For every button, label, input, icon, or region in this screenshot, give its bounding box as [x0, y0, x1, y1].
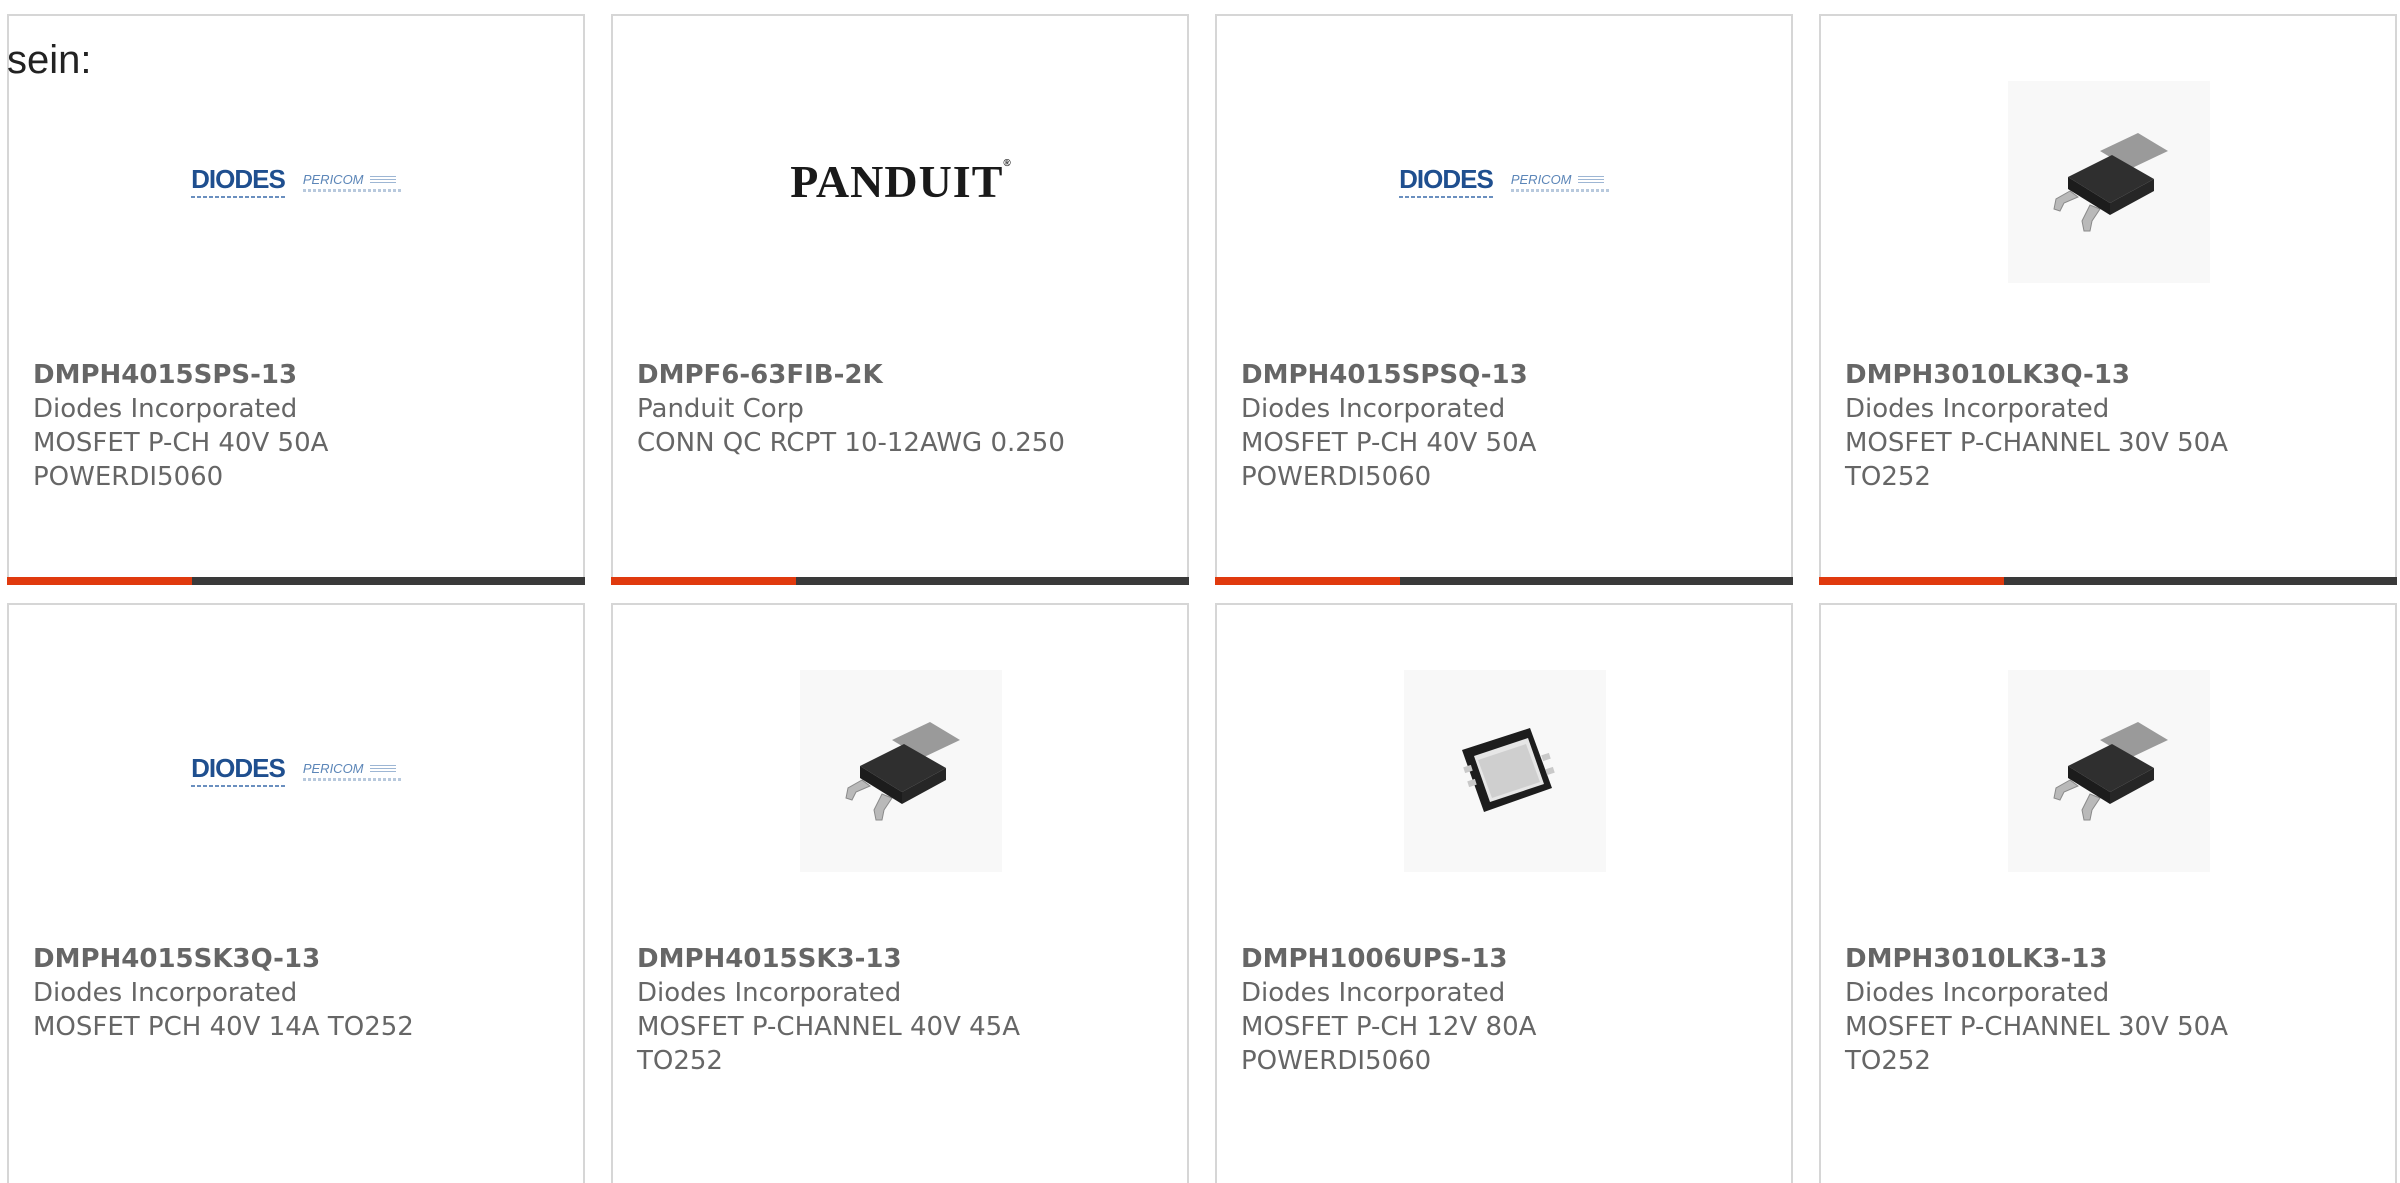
product-info: DMPH1006UPS-13 Diodes Incorporated MOSFE…	[1241, 942, 1771, 1078]
product-card[interactable]: DIODES PERICOM DMPH4015SK3Q-13 Diodes In…	[7, 603, 585, 1183]
description: TO252	[637, 1046, 723, 1076]
product-card[interactable]: DIODES PERICOM DMPH4015SPS-13 Diodes Inc…	[7, 14, 585, 585]
product-image[interactable]: DIODES PERICOM	[191, 670, 403, 872]
product-image[interactable]	[2008, 670, 2210, 872]
part-number-link[interactable]: DMPH3010LK3Q-13	[1845, 358, 2375, 392]
manufacturer: Diodes Incorporated	[637, 978, 902, 1008]
part-number-link[interactable]: DMPH4015SPS-13	[33, 358, 563, 392]
panduit-logo: PANDUIT®	[790, 156, 1012, 207]
part-number-link[interactable]: DMPF6-63FIB-2K	[637, 358, 1167, 392]
description: POWERDI5060	[1241, 462, 1432, 492]
description: MOSFET P-CHANNEL 30V 50A	[1845, 428, 2228, 458]
product-card[interactable]: DMPH3010LK3Q-13 Diodes Incorporated MOSF…	[1819, 14, 2397, 585]
diodes-pericom-logo: DIODES PERICOM	[191, 755, 403, 787]
product-image[interactable]	[1404, 670, 1606, 872]
card-accent-bar	[1819, 577, 2397, 585]
product-card[interactable]: DIODES PERICOM DMPH4015SPSQ-13 Diodes In…	[1215, 14, 1793, 585]
powerdi5060-package-photo	[1404, 670, 1606, 872]
card-accent-bar	[7, 577, 585, 585]
part-number-link[interactable]: DMPH4015SPSQ-13	[1241, 358, 1771, 392]
product-card[interactable]: DMPH4015SK3-13 Diodes Incorporated MOSFE…	[611, 603, 1189, 1183]
intro-text: sein:	[7, 38, 92, 82]
product-image[interactable]	[800, 670, 1002, 872]
part-number-link[interactable]: DMPH1006UPS-13	[1241, 942, 1771, 976]
product-info: DMPH4015SPSQ-13 Diodes Incorporated MOSF…	[1241, 358, 1771, 494]
description: POWERDI5060	[33, 462, 224, 492]
product-grid: DIODES PERICOM DMPH4015SPS-13 Diodes Inc…	[0, 0, 2400, 1183]
product-image[interactable]: DIODES PERICOM	[191, 81, 403, 283]
diodes-pericom-logo: DIODES PERICOM	[191, 166, 403, 198]
description: MOSFET P-CH 40V 50A	[33, 428, 329, 458]
product-card[interactable]: DMPH1006UPS-13 Diodes Incorporated MOSFE…	[1215, 603, 1793, 1183]
product-info: DMPH3010LK3-13 Diodes Incorporated MOSFE…	[1845, 942, 2375, 1078]
description: MOSFET P-CHANNEL 40V 45A	[637, 1012, 1020, 1042]
manufacturer: Panduit Corp	[637, 394, 804, 424]
manufacturer: Diodes Incorporated	[33, 394, 298, 424]
product-image[interactable]	[2008, 81, 2210, 283]
product-info: DMPH3010LK3Q-13 Diodes Incorporated MOSF…	[1845, 358, 2375, 494]
card-accent-bar	[611, 577, 1189, 585]
description: TO252	[1845, 462, 1931, 492]
to252-package-photo	[2008, 670, 2210, 872]
product-info: DMPH4015SK3Q-13 Diodes Incorporated MOSF…	[33, 942, 563, 1044]
description: CONN QC RCPT 10-12AWG 0.250	[637, 428, 1065, 458]
product-info: DMPH4015SK3-13 Diodes Incorporated MOSFE…	[637, 942, 1167, 1078]
diodes-pericom-logo: DIODES PERICOM	[1399, 166, 1611, 198]
manufacturer: Diodes Incorporated	[33, 978, 298, 1008]
description: MOSFET PCH 40V 14A TO252	[33, 1012, 414, 1042]
part-number-link[interactable]: DMPH3010LK3-13	[1845, 942, 2375, 976]
product-image[interactable]: DIODES PERICOM	[1399, 81, 1611, 283]
to252-package-photo	[2008, 81, 2210, 283]
manufacturer: Diodes Incorporated	[1845, 978, 2110, 1008]
manufacturer: Diodes Incorporated	[1241, 978, 1506, 1008]
description: MOSFET P-CH 40V 50A	[1241, 428, 1537, 458]
product-info: DMPF6-63FIB-2K Panduit Corp CONN QC RCPT…	[637, 358, 1167, 460]
manufacturer: Diodes Incorporated	[1241, 394, 1506, 424]
card-accent-bar	[1215, 577, 1793, 585]
description: MOSFET P-CH 12V 80A	[1241, 1012, 1537, 1042]
product-card[interactable]: DMPH3010LK3-13 Diodes Incorporated MOSFE…	[1819, 603, 2397, 1183]
product-image[interactable]: PANDUIT®	[790, 81, 1010, 283]
manufacturer: Diodes Incorporated	[1845, 394, 2110, 424]
product-card[interactable]: PANDUIT® DMPF6-63FIB-2K Panduit Corp CON…	[611, 14, 1189, 585]
part-number-link[interactable]: DMPH4015SK3-13	[637, 942, 1167, 976]
part-number-link[interactable]: DMPH4015SK3Q-13	[33, 942, 563, 976]
description: POWERDI5060	[1241, 1046, 1432, 1076]
product-info: DMPH4015SPS-13 Diodes Incorporated MOSFE…	[33, 358, 563, 494]
description: TO252	[1845, 1046, 1931, 1076]
to252-package-photo	[800, 670, 1002, 872]
description: MOSFET P-CHANNEL 30V 50A	[1845, 1012, 2228, 1042]
